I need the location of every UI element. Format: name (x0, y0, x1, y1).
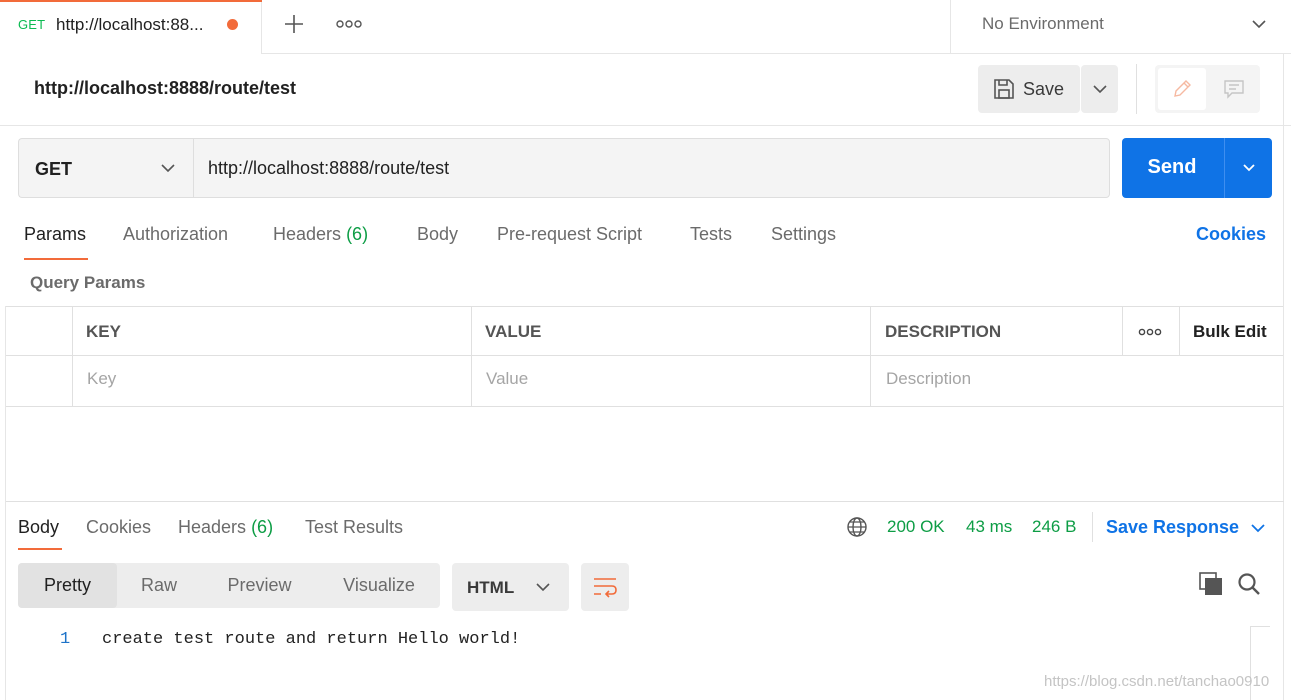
headers-count: (6) (346, 224, 369, 244)
request-title-bar: http://localhost:8888/route/test Save (0, 54, 1291, 126)
view-mode-group: Pretty Raw Preview Visualize (18, 563, 440, 608)
format-select[interactable]: HTML (452, 563, 569, 611)
query-params-heading: Query Params (30, 273, 146, 292)
tab-tests[interactable]: Tests (690, 224, 732, 245)
edit-button[interactable] (1158, 68, 1206, 110)
tab-options-button[interactable] (336, 12, 362, 36)
method-select[interactable]: GET (18, 138, 193, 198)
pencil-icon (1174, 80, 1191, 97)
active-tab-underline (24, 258, 88, 260)
divider (1092, 512, 1093, 542)
column-divider (870, 306, 871, 407)
wrap-lines-icon (594, 578, 617, 598)
chevron-down-icon (1243, 164, 1255, 172)
url-input[interactable] (193, 138, 1110, 198)
tab-headers[interactable]: Headers (6) (273, 224, 368, 245)
pane-border (1283, 54, 1284, 700)
key-input[interactable]: Key (87, 369, 116, 389)
comment-icon (1224, 80, 1244, 99)
tab-method-label: GET (18, 17, 46, 32)
save-button[interactable]: Save (978, 65, 1080, 113)
search-icon[interactable] (1237, 572, 1261, 596)
unsaved-dot-icon (227, 19, 238, 30)
column-header-key: KEY (86, 322, 121, 341)
column-divider (72, 306, 73, 407)
chevron-down-icon (1093, 85, 1107, 94)
format-label: HTML (467, 578, 515, 597)
chevron-down-icon[interactable] (1249, 519, 1267, 537)
response-time[interactable]: 43 ms (966, 517, 1012, 537)
response-headers-count: (6) (251, 517, 274, 537)
watermark: https://blog.csdn.net/tanchao0910 (1044, 673, 1270, 690)
more-horizontal-icon[interactable] (1138, 326, 1162, 338)
comments-button[interactable] (1210, 68, 1258, 110)
send-button[interactable]: Send (1122, 138, 1224, 198)
bulk-edit-button[interactable]: Bulk Edit (1193, 322, 1267, 342)
view-mode-preview[interactable]: Preview (201, 563, 318, 608)
tab-url-label: http://localhost:88... (56, 15, 204, 34)
send-options-button[interactable] (1224, 138, 1272, 198)
column-divider (1122, 306, 1123, 356)
chevron-down-icon (1252, 20, 1266, 29)
wrap-lines-button[interactable] (581, 563, 629, 611)
active-tab-underline (18, 548, 62, 550)
copy-icon[interactable] (1199, 572, 1224, 597)
tab-pre-request-script[interactable]: Pre-request Script (497, 224, 642, 245)
column-header-value: VALUE (485, 322, 542, 341)
response-tab-headers[interactable]: Headers (6) (178, 517, 273, 538)
send-label: Send (1147, 156, 1197, 178)
response-tab-cookies[interactable]: Cookies (86, 517, 151, 538)
tab-body[interactable]: Body (417, 224, 458, 245)
response-body-text[interactable]: create test route and return Hello world… (102, 630, 520, 649)
divider (1136, 64, 1137, 114)
active-tab-indicator (0, 0, 262, 2)
description-input[interactable]: Description (886, 369, 971, 389)
tab-authorization[interactable]: Authorization (123, 224, 228, 245)
plus-icon (285, 15, 303, 33)
column-header-description: DESCRIPTION (885, 322, 1002, 341)
environment-label: No Environment (982, 14, 1104, 33)
response-tab-body[interactable]: Body (18, 517, 59, 538)
chevron-down-icon (161, 164, 175, 173)
sidebar-toggle-group (1155, 65, 1260, 113)
cookies-link[interactable]: Cookies (1196, 224, 1266, 245)
column-divider (471, 306, 472, 407)
save-label: Save (1023, 79, 1065, 99)
chevron-down-icon (536, 583, 550, 592)
globe-icon[interactable] (846, 516, 868, 538)
table-row-divider (6, 355, 1284, 356)
view-mode-raw[interactable]: Raw (117, 563, 201, 608)
tab-params[interactable]: Params (24, 224, 86, 245)
view-mode-visualize[interactable]: Visualize (318, 563, 440, 608)
view-mode-pretty[interactable]: Pretty (18, 563, 117, 608)
save-options-button[interactable] (1081, 65, 1118, 113)
response-size[interactable]: 246 B (1032, 517, 1076, 537)
query-params-table (6, 306, 1284, 407)
save-icon (994, 79, 1014, 99)
column-divider (1179, 306, 1180, 356)
save-response-button[interactable]: Save Response (1106, 517, 1239, 538)
new-tab-button[interactable] (282, 10, 306, 38)
tab-strip: GET http://localhost:88... No Environmen… (0, 0, 1291, 54)
response-divider[interactable] (6, 501, 1284, 502)
value-input[interactable]: Value (486, 369, 528, 389)
tab-settings[interactable]: Settings (771, 224, 836, 245)
response-body-line: 1 create test route and return Hello wor… (0, 628, 1250, 652)
status-code[interactable]: 200 OK (887, 517, 945, 537)
more-horizontal-icon (336, 20, 362, 28)
request-tab[interactable]: GET http://localhost:88... (0, 0, 262, 54)
response-tab-test-results[interactable]: Test Results (305, 517, 403, 538)
request-title[interactable]: http://localhost:8888/route/test (34, 78, 296, 99)
environment-selector[interactable]: No Environment (950, 0, 1291, 54)
line-number: 1 (60, 630, 71, 649)
method-label: GET (35, 159, 73, 179)
